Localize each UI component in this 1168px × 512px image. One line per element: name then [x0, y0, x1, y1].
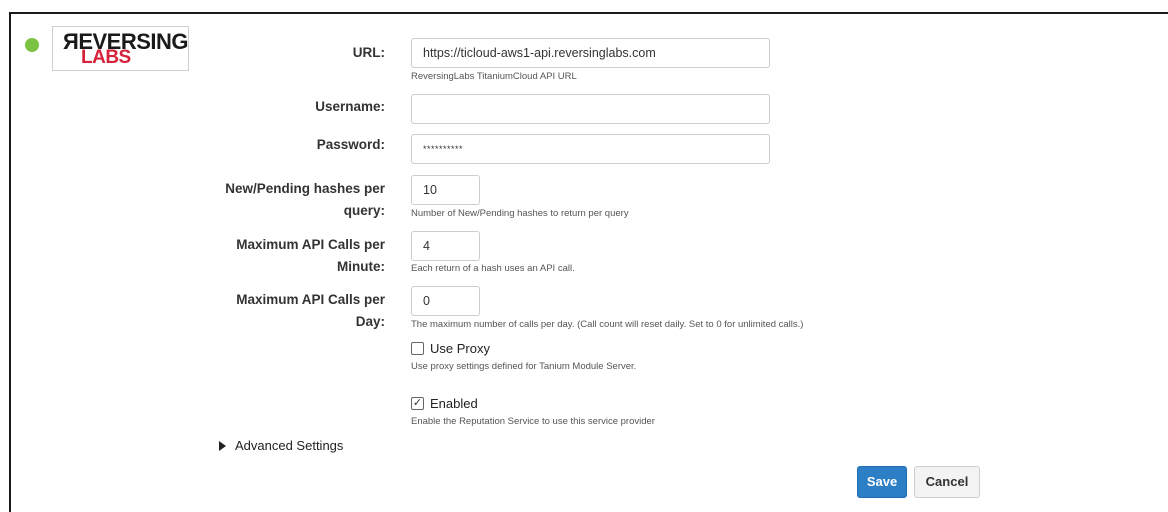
calls-per-day-help: The maximum number of calls per day. (Ca…: [411, 319, 804, 330]
enabled-label: Enabled: [430, 396, 478, 411]
calls-per-minute-input[interactable]: 4: [411, 231, 480, 261]
hashes-per-query-input[interactable]: 10: [411, 175, 480, 205]
status-indicator: [25, 38, 39, 52]
url-label: URL:: [352, 45, 385, 60]
calls-per-day-label: Maximum API Calls per Day:: [236, 289, 385, 333]
reversinglabs-logo: ЯEVERSING LABS: [52, 26, 189, 71]
username-label: Username:: [315, 99, 385, 114]
enabled-checkbox[interactable]: ✓: [411, 397, 424, 410]
hashes-per-query-label: New/Pending hashes per query:: [225, 178, 385, 222]
calls-per-minute-label: Maximum API Calls per Minute:: [236, 234, 385, 278]
calls-per-minute-label-line2: Minute:: [337, 259, 385, 274]
calls-per-day-label-line1: Maximum API Calls per: [236, 292, 385, 307]
provider-panel: [9, 12, 1168, 512]
url-input[interactable]: https://ticloud-aws1-api.reversinglabs.c…: [411, 38, 770, 68]
advanced-settings-toggle[interactable]: Advanced Settings: [219, 438, 343, 453]
username-input[interactable]: [411, 94, 770, 124]
password-label: Password:: [316, 137, 385, 152]
url-help: ReversingLabs TitaniumCloud API URL: [411, 71, 577, 82]
use-proxy-label: Use Proxy: [430, 341, 490, 356]
enabled-help: Enable the Reputation Service to use thi…: [411, 416, 655, 427]
calls-per-minute-label-line1: Maximum API Calls per: [236, 237, 385, 252]
calls-per-day-input[interactable]: 0: [411, 286, 480, 316]
hashes-per-query-help: Number of New/Pending hashes to return p…: [411, 208, 629, 219]
use-proxy-row[interactable]: Use Proxy: [411, 341, 490, 356]
cancel-button[interactable]: Cancel: [914, 466, 980, 498]
use-proxy-checkbox[interactable]: [411, 342, 424, 355]
save-button[interactable]: Save: [857, 466, 907, 498]
use-proxy-help: Use proxy settings defined for Tanium Mo…: [411, 361, 637, 372]
enabled-row[interactable]: ✓ Enabled: [411, 396, 478, 411]
calls-per-minute-help: Each return of a hash uses an API call.: [411, 263, 575, 274]
advanced-settings-label: Advanced Settings: [235, 438, 344, 453]
calls-per-day-label-line2: Day:: [355, 314, 385, 329]
password-input[interactable]: **********: [411, 134, 770, 164]
logo-text-bottom: LABS: [81, 47, 131, 68]
hashes-per-query-label-line2: query:: [343, 203, 385, 218]
caret-right-icon: [219, 440, 226, 451]
hashes-per-query-label-line1: New/Pending hashes per: [225, 181, 385, 196]
